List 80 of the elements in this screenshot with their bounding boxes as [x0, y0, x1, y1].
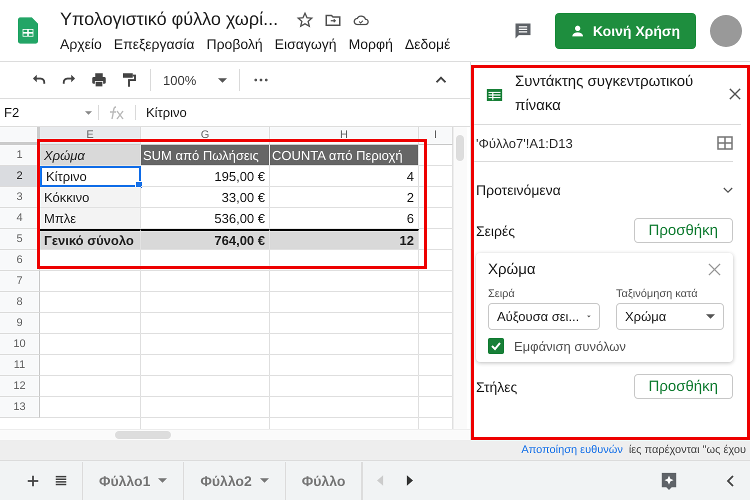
field-label: Σειρά	[488, 288, 516, 300]
table-cell: 4	[270, 166, 419, 187]
section-label: Στήλες	[476, 378, 518, 394]
sheet-list-icon[interactable]	[54, 474, 68, 488]
caret-icon	[260, 478, 269, 483]
checkmark-icon	[490, 340, 502, 352]
paint-format-icon[interactable]	[120, 71, 138, 89]
sheet-tab[interactable]: Φύλλο1	[82, 462, 184, 500]
field-label: Ταξινόμηση κατά	[616, 288, 699, 300]
caret-icon	[85, 110, 92, 114]
menu-item[interactable]: Επεξεργασία	[114, 36, 194, 52]
section-label: Σειρές	[476, 222, 515, 238]
row-header[interactable]: 13	[0, 397, 40, 418]
name-box[interactable]: F2	[0, 105, 99, 120]
table-cell: Χρώμα	[40, 145, 141, 166]
explore-icon[interactable]	[660, 470, 678, 490]
caret-icon	[706, 314, 715, 319]
formula-field[interactable]: Κίτρινο	[135, 105, 187, 120]
caret-icon	[218, 78, 228, 82]
disclaimer-link[interactable]: Αποποίηση ευθυνών	[521, 444, 623, 456]
sheets-logo-icon[interactable]	[18, 17, 38, 44]
row-header[interactable]: 7	[0, 271, 40, 292]
menu-item[interactable]: Δεδομέ	[404, 36, 450, 52]
table-cell: SUM από Πωλήσεις	[141, 145, 270, 166]
table-cell: Μπλε	[40, 208, 141, 229]
chevron-left-icon[interactable]	[726, 474, 734, 486]
table-cell: Γενικό σύνολο	[40, 229, 141, 250]
row-header[interactable]: 8	[0, 292, 40, 313]
status-text: ίες παρέχονται "ως έχου	[628, 444, 746, 456]
row-header[interactable]: 9	[0, 313, 40, 334]
caret-icon	[158, 478, 168, 483]
row-header[interactable]: 10	[0, 334, 40, 355]
document-title[interactable]: Υπολογιστικό φύλλο χωρί...	[60, 9, 278, 30]
table-cell: 12	[270, 229, 419, 250]
table-cell: Κόκκινο	[40, 187, 141, 208]
sheet-tab[interactable]: Φύλλο2	[183, 462, 285, 500]
chevron-icon	[723, 186, 733, 194]
horizontal-scrollbar[interactable]	[0, 429, 470, 440]
menu-item[interactable]: Μορφή	[348, 36, 393, 52]
row-header[interactable]: 2	[0, 166, 40, 187]
row-header[interactable]: 6	[0, 250, 40, 271]
menu-item[interactable]: Εισαγωγή	[274, 36, 337, 52]
table-cell: Κίτρινο	[40, 166, 141, 187]
print-icon[interactable]	[90, 71, 108, 89]
range-field[interactable]: 'Φύλλο7'!A1:D13	[476, 136, 573, 150]
order-dropdown[interactable]: Αύξουσα σει...	[488, 303, 600, 330]
comment-icon[interactable]	[512, 20, 533, 40]
table-cell: COUNTA από Περιοχή	[270, 145, 419, 166]
add-button[interactable]: Προσθήκη	[634, 374, 733, 399]
star-icon[interactable]	[296, 10, 314, 28]
avatar[interactable]	[710, 14, 742, 46]
totals-checkbox[interactable]	[488, 338, 504, 354]
row-header[interactable]: 12	[0, 376, 40, 397]
sort-dropdown[interactable]: Χρώμα	[616, 303, 724, 330]
checkbox-label: Εμφάνιση συνόλων	[514, 338, 626, 354]
panel-title: Συντάκτης συγκεντρωτικού πίνακα	[515, 72, 694, 116]
table-cell: 33,00 €	[141, 187, 270, 208]
vertical-scrollbar[interactable]	[453, 127, 467, 429]
card-title: Χρώμα	[488, 261, 536, 278]
table-cell: 764,00 €	[141, 229, 270, 250]
right-arrow-icon[interactable]	[406, 475, 414, 486]
row-header[interactable]: 4	[0, 208, 40, 229]
row-header[interactable]: 11	[0, 355, 40, 376]
grid-select-icon[interactable]	[717, 135, 733, 151]
share-button[interactable]: Κοινή Χρήση	[554, 12, 696, 48]
column-header[interactable]: I	[419, 127, 453, 145]
row-header[interactable]: 5	[0, 229, 40, 250]
table-icon	[486, 88, 503, 102]
table-cell: 2	[270, 187, 419, 208]
select-all-corner[interactable]	[0, 127, 40, 145]
menu-item[interactable]: Αρχείο	[60, 36, 102, 52]
add-button[interactable]: Προσθήκη	[634, 218, 733, 243]
add-sheet-icon[interactable]	[26, 474, 40, 488]
suggested-toggle[interactable]: Προτεινόμενα	[474, 162, 733, 212]
zoom-select[interactable]: 100%	[163, 72, 228, 88]
table-cell: 195,00 €	[141, 166, 270, 187]
close-icon[interactable]	[729, 88, 741, 100]
row-header[interactable]: 3	[0, 187, 40, 208]
menu-item[interactable]: Προβολή	[206, 36, 263, 52]
row-header[interactable]: 1	[0, 145, 40, 166]
